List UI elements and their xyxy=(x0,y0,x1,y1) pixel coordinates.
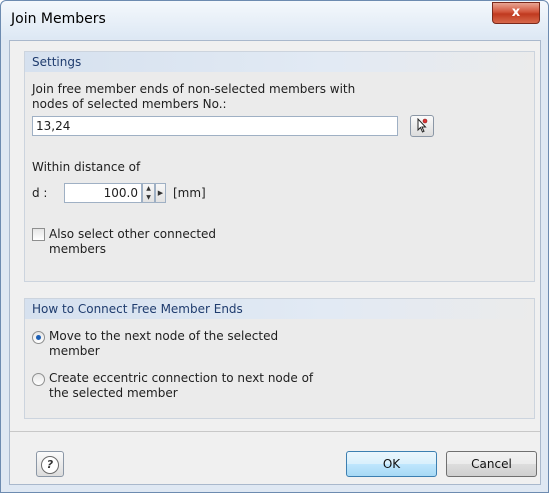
distance-menu-button[interactable]: ▶ xyxy=(155,183,166,203)
dialog-title: Join Members xyxy=(11,11,106,27)
spin-up-icon: ▲ xyxy=(146,185,151,192)
dialog-body: Settings Join free member ends of non-se… xyxy=(9,40,541,485)
spin-down-icon: ▼ xyxy=(146,194,151,201)
close-button[interactable]: x xyxy=(492,2,540,24)
cancel-button[interactable]: Cancel xyxy=(446,451,537,477)
d-label: d : xyxy=(32,186,48,200)
move-to-node-radio[interactable] xyxy=(32,331,45,344)
settings-group: Settings Join free member ends of non-se… xyxy=(24,51,535,282)
eccentric-connection-radio[interactable] xyxy=(32,373,45,386)
arrow-right-icon: ▶ xyxy=(157,189,164,197)
also-select-label[interactable]: Also select other connected members xyxy=(49,227,349,257)
move-to-node-label[interactable]: Move to the next node of the selected me… xyxy=(49,329,379,359)
connect-group-header: How to Connect Free Member Ends xyxy=(25,299,534,319)
help-icon: ? xyxy=(41,455,59,474)
join-members-dialog: Join Members x Settings Join free member… xyxy=(0,0,549,493)
also-select-checkbox[interactable] xyxy=(32,228,45,241)
members-input[interactable]: 13,24 xyxy=(32,116,398,136)
title-bar: Join Members x xyxy=(1,1,548,39)
eccentric-connection-label[interactable]: Create eccentric connection to next node… xyxy=(49,371,379,401)
help-button[interactable]: ? xyxy=(36,451,64,477)
within-distance-label: Within distance of xyxy=(32,160,141,174)
close-icon: x xyxy=(511,5,521,20)
footer-divider xyxy=(10,431,540,432)
pick-members-button[interactable] xyxy=(410,115,434,137)
settings-group-header: Settings xyxy=(25,52,534,72)
distance-spinner[interactable]: ▲ ▼ xyxy=(142,183,155,203)
distance-unit: [mm] xyxy=(173,186,206,200)
distance-input[interactable]: 100.0 xyxy=(64,183,142,203)
connect-group: How to Connect Free Member Ends Move to … xyxy=(24,298,535,419)
join-members-label: Join free member ends of non-selected me… xyxy=(32,82,356,111)
pick-pointer-icon xyxy=(417,117,428,133)
ok-button[interactable]: OK xyxy=(346,451,437,477)
